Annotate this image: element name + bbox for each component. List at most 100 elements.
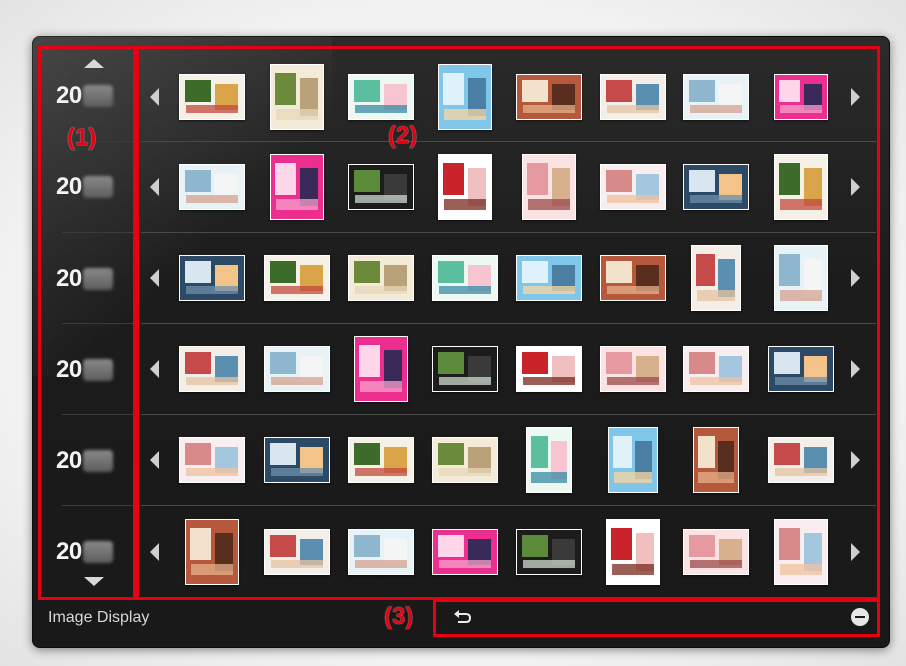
calendar-thumbnail[interactable] xyxy=(270,64,324,130)
calendar-thumbnail[interactable] xyxy=(526,427,572,493)
thumbnail-photo xyxy=(439,376,491,385)
thumbnail-photo xyxy=(607,376,659,385)
calendar-thumbnail[interactable] xyxy=(264,437,330,483)
row-next-icon[interactable] xyxy=(851,360,860,378)
year-item[interactable]: 20 xyxy=(56,79,128,113)
calendar-thumbnail[interactable] xyxy=(179,437,245,483)
row-prev-icon[interactable] xyxy=(150,178,159,196)
calendar-thumbnail[interactable] xyxy=(432,346,498,392)
thumbnail-photo xyxy=(689,80,715,103)
calendar-thumbnail[interactable] xyxy=(185,519,239,585)
thumbnail-photo xyxy=(354,261,380,284)
year-item[interactable]: 20 xyxy=(56,353,128,387)
calendar-thumbnail[interactable] xyxy=(432,437,498,483)
year-item[interactable]: 20 xyxy=(56,444,128,478)
calendar-thumbnail[interactable] xyxy=(600,346,666,392)
calendar-thumbnail[interactable] xyxy=(516,346,582,392)
row-divider xyxy=(141,323,876,324)
calendar-thumbnail[interactable] xyxy=(683,74,749,120)
thumbnail-photo xyxy=(275,72,296,105)
thumbnail-photo xyxy=(775,376,827,385)
row-next-icon[interactable] xyxy=(851,543,860,561)
thumbnail-photo xyxy=(527,162,548,195)
thumbnail-photo xyxy=(443,162,464,195)
scroll-down-icon[interactable] xyxy=(84,577,104,586)
thumbnail-photo xyxy=(439,559,491,568)
calendar-thumbnail[interactable] xyxy=(768,346,834,392)
calendar-thumbnail[interactable] xyxy=(516,255,582,301)
return-arrow-icon[interactable] xyxy=(452,608,472,628)
thumbnail-photo xyxy=(438,443,464,466)
calendar-thumbnail[interactable] xyxy=(522,154,576,220)
scroll-up-icon[interactable] xyxy=(84,59,104,68)
calendar-thumbnail[interactable] xyxy=(432,255,498,301)
calendar-thumbnail[interactable] xyxy=(348,437,414,483)
calendar-thumbnail[interactable] xyxy=(179,346,245,392)
row-next-icon[interactable] xyxy=(851,451,860,469)
year-label: 20 xyxy=(56,82,82,109)
thumbnail-photo xyxy=(695,253,716,286)
row-next-icon[interactable] xyxy=(851,88,860,106)
calendar-thumbnail[interactable] xyxy=(606,519,660,585)
calendar-thumbnail[interactable] xyxy=(432,529,498,575)
row-prev-icon[interactable] xyxy=(150,451,159,469)
calendar-thumbnail[interactable] xyxy=(348,164,414,210)
calendar-thumbnail[interactable] xyxy=(600,255,666,301)
thumbnail-photo xyxy=(780,563,822,576)
year-redacted xyxy=(82,268,113,290)
calendar-thumbnail[interactable] xyxy=(264,346,330,392)
row-next-icon[interactable] xyxy=(851,178,860,196)
calendar-thumbnail[interactable] xyxy=(348,529,414,575)
thumbnail-photo xyxy=(606,170,632,193)
calendar-thumbnail[interactable] xyxy=(354,336,408,402)
thumbnail-photo xyxy=(271,376,323,385)
row-prev-icon[interactable] xyxy=(150,543,159,561)
calendar-thumbnail[interactable] xyxy=(264,529,330,575)
calendar-thumbnail[interactable] xyxy=(600,74,666,120)
thumbnail-photo xyxy=(774,352,800,375)
calendar-thumbnail[interactable] xyxy=(516,74,582,120)
thumbnail-photo xyxy=(612,435,633,468)
calendar-thumbnail[interactable] xyxy=(516,529,582,575)
row-prev-icon[interactable] xyxy=(150,360,159,378)
calendar-thumbnail[interactable] xyxy=(348,74,414,120)
calendar-thumbnail[interactable] xyxy=(348,255,414,301)
thumbnail-photo xyxy=(523,559,575,568)
thumbnail-photo xyxy=(607,104,659,113)
thumbnail-photo xyxy=(276,108,318,121)
calendar-thumbnail[interactable] xyxy=(438,154,492,220)
year-item[interactable]: 20 xyxy=(56,170,128,204)
minus-circle-icon[interactable] xyxy=(851,608,869,626)
calendar-thumbnail[interactable] xyxy=(683,164,749,210)
calendar-thumbnail[interactable] xyxy=(438,64,492,130)
year-item[interactable]: 20 xyxy=(56,535,128,569)
year-item[interactable]: 20 xyxy=(56,262,128,296)
thumbnail-photo xyxy=(186,104,238,113)
calendar-thumbnail[interactable] xyxy=(693,427,739,493)
thumbnail-photo xyxy=(270,352,296,375)
row-prev-icon[interactable] xyxy=(150,269,159,287)
thumbnail-photo xyxy=(522,352,548,375)
calendar-thumbnail[interactable] xyxy=(774,74,828,120)
calendar-thumbnail[interactable] xyxy=(179,255,245,301)
thumbnail-photo xyxy=(186,467,238,476)
thumbnail-photo xyxy=(271,285,323,294)
calendar-thumbnail[interactable] xyxy=(683,346,749,392)
calendar-thumbnail[interactable] xyxy=(608,427,658,493)
calendar-thumbnail[interactable] xyxy=(683,529,749,575)
thumbnail-photo xyxy=(359,344,380,377)
calendar-thumbnail[interactable] xyxy=(774,519,828,585)
row-prev-icon[interactable] xyxy=(150,88,159,106)
calendar-thumbnail[interactable] xyxy=(270,154,324,220)
calendar-thumbnail[interactable] xyxy=(768,437,834,483)
calendar-thumbnail[interactable] xyxy=(179,74,245,120)
thumbnail-photo xyxy=(354,80,380,103)
calendar-thumbnail[interactable] xyxy=(600,164,666,210)
calendar-thumbnail[interactable] xyxy=(774,154,828,220)
thumbnail-photo xyxy=(528,198,570,211)
calendar-thumbnail[interactable] xyxy=(264,255,330,301)
row-next-icon[interactable] xyxy=(851,269,860,287)
calendar-thumbnail[interactable] xyxy=(179,164,245,210)
calendar-thumbnail[interactable] xyxy=(774,245,828,311)
calendar-thumbnail[interactable] xyxy=(691,245,741,311)
